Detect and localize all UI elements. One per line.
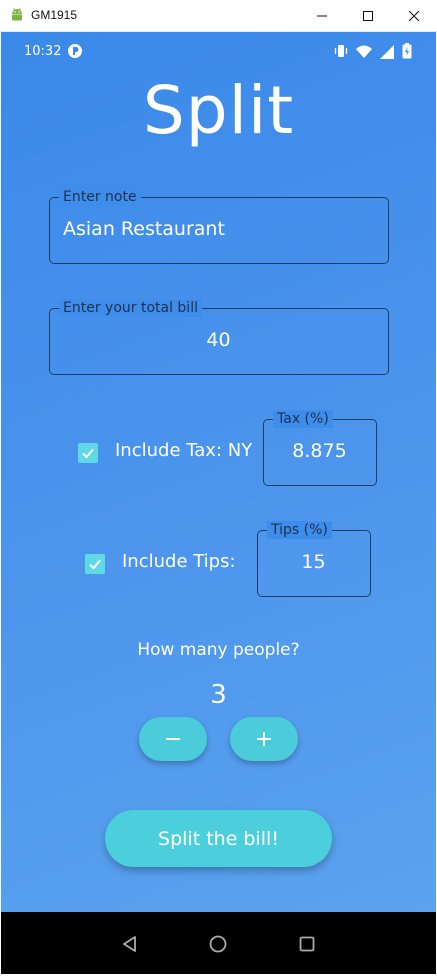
tax-value[interactable]: 8.875 <box>264 440 375 462</box>
battery-icon <box>402 43 412 63</box>
note-field[interactable]: Enter note Asian Restaurant <box>49 188 389 264</box>
check-icon <box>82 448 94 459</box>
recents-icon <box>299 936 315 952</box>
decrement-button[interactable] <box>139 717 207 761</box>
recents-button[interactable] <box>295 932 319 956</box>
people-count: 3 <box>210 680 227 710</box>
note-field-label: Enter note <box>59 188 141 206</box>
vibrate-icon <box>334 43 348 63</box>
note-value[interactable]: Asian Restaurant <box>63 218 225 240</box>
home-icon <box>209 935 227 953</box>
maximize-icon <box>363 11 373 21</box>
signal-icon <box>380 44 394 63</box>
tax-field[interactable]: Tax (%) 8.875 <box>263 410 377 486</box>
plus-icon <box>257 732 271 746</box>
navigation-bar <box>1 912 436 974</box>
people-question: How many people? <box>137 640 300 660</box>
status-time: 10:32 <box>24 44 62 59</box>
tax-checkbox[interactable] <box>78 443 98 463</box>
increment-button[interactable] <box>230 717 298 761</box>
back-icon <box>123 936 136 952</box>
bill-value[interactable]: 40 <box>50 329 387 351</box>
maximize-button[interactable] <box>345 0 391 32</box>
window-title: GM1915 <box>31 8 78 22</box>
check-icon <box>89 559 101 570</box>
minimize-button[interactable] <box>299 0 345 32</box>
android-icon <box>9 7 25 23</box>
tips-value[interactable]: 15 <box>258 551 369 573</box>
minimize-icon <box>317 11 327 21</box>
bill-field-label: Enter your total bill <box>59 299 202 317</box>
tax-field-label: Tax (%) <box>273 410 333 428</box>
close-button[interactable] <box>391 0 437 32</box>
minus-icon <box>166 738 180 740</box>
window-titlebar: GM1915 <box>0 0 437 32</box>
tax-checkbox-label[interactable]: Include Tax: NY <box>115 440 252 461</box>
notification-icon <box>67 43 83 63</box>
tips-checkbox-label[interactable]: Include Tips: <box>122 551 236 572</box>
wifi-icon <box>356 44 372 63</box>
home-button[interactable] <box>206 932 230 956</box>
close-icon <box>409 11 419 21</box>
app-title: Split <box>142 72 295 149</box>
bill-field[interactable]: Enter your total bill 40 <box>49 299 389 375</box>
app-screen: 10:32 Split Enter note Asian Restaurant … <box>1 32 436 912</box>
tips-checkbox[interactable] <box>85 554 105 574</box>
back-button[interactable] <box>118 932 142 956</box>
split-bill-button[interactable]: Split the bill! <box>105 810 332 867</box>
status-bar: 10:32 <box>1 32 436 72</box>
tips-field-label: Tips (%) <box>267 521 332 539</box>
tips-field[interactable]: Tips (%) 15 <box>257 521 371 597</box>
